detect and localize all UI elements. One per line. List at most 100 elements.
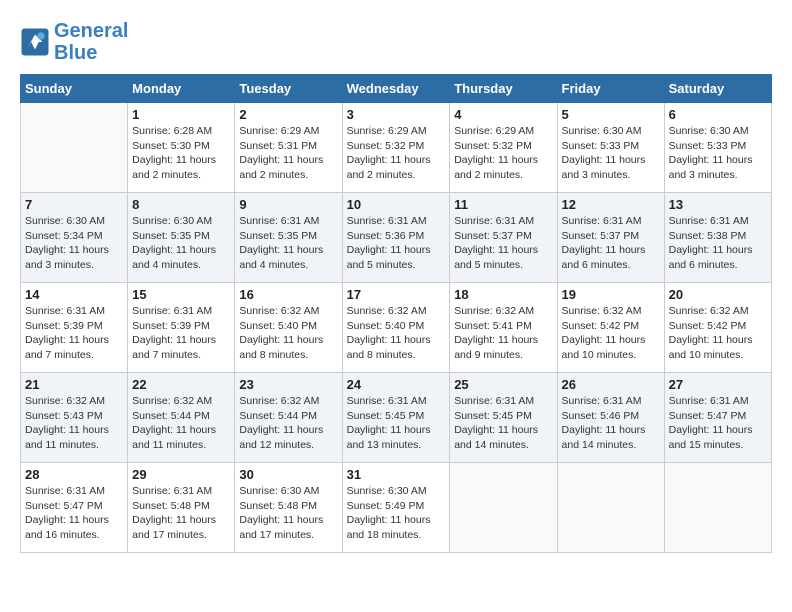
- weekday-header-wednesday: Wednesday: [342, 75, 450, 103]
- day-number: 17: [347, 287, 446, 302]
- day-info: Sunrise: 6:29 AM Sunset: 5:32 PM Dayligh…: [454, 124, 552, 183]
- day-number: 10: [347, 197, 446, 212]
- day-info: Sunrise: 6:32 AM Sunset: 5:44 PM Dayligh…: [132, 394, 230, 453]
- day-info: Sunrise: 6:31 AM Sunset: 5:47 PM Dayligh…: [25, 484, 123, 543]
- calendar-day-cell: 1Sunrise: 6:28 AM Sunset: 5:30 PM Daylig…: [128, 103, 235, 193]
- calendar-day-cell: 3Sunrise: 6:29 AM Sunset: 5:32 PM Daylig…: [342, 103, 450, 193]
- day-number: 24: [347, 377, 446, 392]
- calendar-day-cell: 13 Sunrise: 6:31 AM Sunset: 5:38 PM Dayli…: [664, 193, 771, 283]
- calendar-day-cell: 14 Sunrise: 6:31 AM Sunset: 5:39 PM Dayli…: [21, 283, 128, 373]
- day-number: 4: [454, 107, 552, 122]
- day-number: 18: [454, 287, 552, 302]
- calendar-week-row: 28 Sunrise: 6:31 AM Sunset: 5:47 PM Dayli…: [21, 463, 772, 553]
- day-info: Sunrise: 6:30 AM Sunset: 5:33 PM Dayligh…: [562, 124, 660, 183]
- day-number: 30: [239, 467, 337, 482]
- day-info: Sunrise: 6:29 AM Sunset: 5:31 PM Dayligh…: [239, 124, 337, 183]
- day-number: 7: [25, 197, 123, 212]
- day-info: Sunrise: 6:30 AM Sunset: 5:48 PM Dayligh…: [239, 484, 337, 543]
- weekday-header-thursday: Thursday: [450, 75, 557, 103]
- day-number: 16: [239, 287, 337, 302]
- calendar-day-cell: 2Sunrise: 6:29 AM Sunset: 5:31 PM Daylig…: [235, 103, 342, 193]
- day-number: 8: [132, 197, 230, 212]
- day-number: 3: [347, 107, 446, 122]
- calendar-day-cell: 24 Sunrise: 6:31 AM Sunset: 5:45 PM Dayli…: [342, 373, 450, 463]
- day-info: Sunrise: 6:31 AM Sunset: 5:37 PM Dayligh…: [562, 214, 660, 273]
- day-number: 26: [562, 377, 660, 392]
- day-info: Sunrise: 6:32 AM Sunset: 5:43 PM Dayligh…: [25, 394, 123, 453]
- day-number: 13: [669, 197, 767, 212]
- calendar-week-row: 1Sunrise: 6:28 AM Sunset: 5:30 PM Daylig…: [21, 103, 772, 193]
- day-info: Sunrise: 6:30 AM Sunset: 5:33 PM Dayligh…: [669, 124, 767, 183]
- calendar-week-row: 21 Sunrise: 6:32 AM Sunset: 5:43 PM Dayli…: [21, 373, 772, 463]
- day-info: Sunrise: 6:31 AM Sunset: 5:45 PM Dayligh…: [454, 394, 552, 453]
- day-number: 9: [239, 197, 337, 212]
- calendar-week-row: 14 Sunrise: 6:31 AM Sunset: 5:39 PM Dayli…: [21, 283, 772, 373]
- calendar-day-cell: 16 Sunrise: 6:32 AM Sunset: 5:40 PM Dayli…: [235, 283, 342, 373]
- calendar-header-row: SundayMondayTuesdayWednesdayThursdayFrid…: [21, 75, 772, 103]
- day-info: Sunrise: 6:31 AM Sunset: 5:37 PM Dayligh…: [454, 214, 552, 273]
- day-info: Sunrise: 6:28 AM Sunset: 5:30 PM Dayligh…: [132, 124, 230, 183]
- day-info: Sunrise: 6:31 AM Sunset: 5:38 PM Dayligh…: [669, 214, 767, 273]
- calendar-day-cell: 8 Sunrise: 6:30 AM Sunset: 5:35 PM Daylig…: [128, 193, 235, 283]
- day-number: 11: [454, 197, 552, 212]
- day-info: Sunrise: 6:31 AM Sunset: 5:47 PM Dayligh…: [669, 394, 767, 453]
- day-info: Sunrise: 6:31 AM Sunset: 5:36 PM Dayligh…: [347, 214, 446, 273]
- day-info: Sunrise: 6:31 AM Sunset: 5:45 PM Dayligh…: [347, 394, 446, 453]
- page-header: General Blue: [20, 20, 772, 64]
- day-info: Sunrise: 6:32 AM Sunset: 5:40 PM Dayligh…: [347, 304, 446, 363]
- calendar-day-cell: 27 Sunrise: 6:31 AM Sunset: 5:47 PM Dayli…: [664, 373, 771, 463]
- day-number: 20: [669, 287, 767, 302]
- day-info: Sunrise: 6:32 AM Sunset: 5:42 PM Dayligh…: [562, 304, 660, 363]
- calendar-day-cell: 20 Sunrise: 6:32 AM Sunset: 5:42 PM Dayli…: [664, 283, 771, 373]
- calendar-day-cell: 17 Sunrise: 6:32 AM Sunset: 5:40 PM Dayli…: [342, 283, 450, 373]
- weekday-header-saturday: Saturday: [664, 75, 771, 103]
- day-number: 21: [25, 377, 123, 392]
- calendar-day-cell: 6 Sunrise: 6:30 AM Sunset: 5:33 PM Daylig…: [664, 103, 771, 193]
- day-number: 15: [132, 287, 230, 302]
- calendar-day-cell: [664, 463, 771, 553]
- day-number: 27: [669, 377, 767, 392]
- calendar-day-cell: 10 Sunrise: 6:31 AM Sunset: 5:36 PM Dayli…: [342, 193, 450, 283]
- calendar-day-cell: [450, 463, 557, 553]
- calendar-day-cell: 19 Sunrise: 6:32 AM Sunset: 5:42 PM Dayli…: [557, 283, 664, 373]
- day-number: 31: [347, 467, 446, 482]
- day-number: 28: [25, 467, 123, 482]
- day-number: 19: [562, 287, 660, 302]
- calendar-day-cell: 31 Sunrise: 6:30 AM Sunset: 5:49 PM Dayli…: [342, 463, 450, 553]
- calendar-day-cell: [557, 463, 664, 553]
- calendar-day-cell: 23Sunrise: 6:32 AM Sunset: 5:44 PM Dayli…: [235, 373, 342, 463]
- day-number: 12: [562, 197, 660, 212]
- day-info: Sunrise: 6:31 AM Sunset: 5:35 PM Dayligh…: [239, 214, 337, 273]
- calendar-day-cell: 26Sunrise: 6:31 AM Sunset: 5:46 PM Dayli…: [557, 373, 664, 463]
- calendar-day-cell: [21, 103, 128, 193]
- calendar-day-cell: 12 Sunrise: 6:31 AM Sunset: 5:37 PM Dayli…: [557, 193, 664, 283]
- day-info: Sunrise: 6:32 AM Sunset: 5:41 PM Dayligh…: [454, 304, 552, 363]
- day-number: 22: [132, 377, 230, 392]
- day-number: 14: [25, 287, 123, 302]
- day-info: Sunrise: 6:31 AM Sunset: 5:48 PM Dayligh…: [132, 484, 230, 543]
- day-number: 6: [669, 107, 767, 122]
- calendar-day-cell: 22 Sunrise: 6:32 AM Sunset: 5:44 PM Dayli…: [128, 373, 235, 463]
- calendar-day-cell: 5Sunrise: 6:30 AM Sunset: 5:33 PM Daylig…: [557, 103, 664, 193]
- calendar-day-cell: 11 Sunrise: 6:31 AM Sunset: 5:37 PM Dayli…: [450, 193, 557, 283]
- day-number: 29: [132, 467, 230, 482]
- weekday-header-monday: Monday: [128, 75, 235, 103]
- calendar-day-cell: 4 Sunrise: 6:29 AM Sunset: 5:32 PM Daylig…: [450, 103, 557, 193]
- day-info: Sunrise: 6:30 AM Sunset: 5:49 PM Dayligh…: [347, 484, 446, 543]
- calendar-day-cell: 29 Sunrise: 6:31 AM Sunset: 5:48 PM Dayli…: [128, 463, 235, 553]
- calendar-day-cell: 15 Sunrise: 6:31 AM Sunset: 5:39 PM Dayli…: [128, 283, 235, 373]
- calendar-day-cell: 18 Sunrise: 6:32 AM Sunset: 5:41 PM Dayli…: [450, 283, 557, 373]
- weekday-header-tuesday: Tuesday: [235, 75, 342, 103]
- day-info: Sunrise: 6:31 AM Sunset: 5:39 PM Dayligh…: [132, 304, 230, 363]
- calendar-day-cell: 25Sunrise: 6:31 AM Sunset: 5:45 PM Dayli…: [450, 373, 557, 463]
- calendar-week-row: 7Sunrise: 6:30 AM Sunset: 5:34 PM Daylig…: [21, 193, 772, 283]
- day-info: Sunrise: 6:32 AM Sunset: 5:42 PM Dayligh…: [669, 304, 767, 363]
- day-info: Sunrise: 6:31 AM Sunset: 5:39 PM Dayligh…: [25, 304, 123, 363]
- day-info: Sunrise: 6:30 AM Sunset: 5:35 PM Dayligh…: [132, 214, 230, 273]
- logo-icon: [20, 27, 50, 57]
- calendar-day-cell: 7Sunrise: 6:30 AM Sunset: 5:34 PM Daylig…: [21, 193, 128, 283]
- calendar-day-cell: 28 Sunrise: 6:31 AM Sunset: 5:47 PM Dayli…: [21, 463, 128, 553]
- day-info: Sunrise: 6:32 AM Sunset: 5:40 PM Dayligh…: [239, 304, 337, 363]
- calendar-day-cell: 9 Sunrise: 6:31 AM Sunset: 5:35 PM Daylig…: [235, 193, 342, 283]
- calendar-table: SundayMondayTuesdayWednesdayThursdayFrid…: [20, 74, 772, 553]
